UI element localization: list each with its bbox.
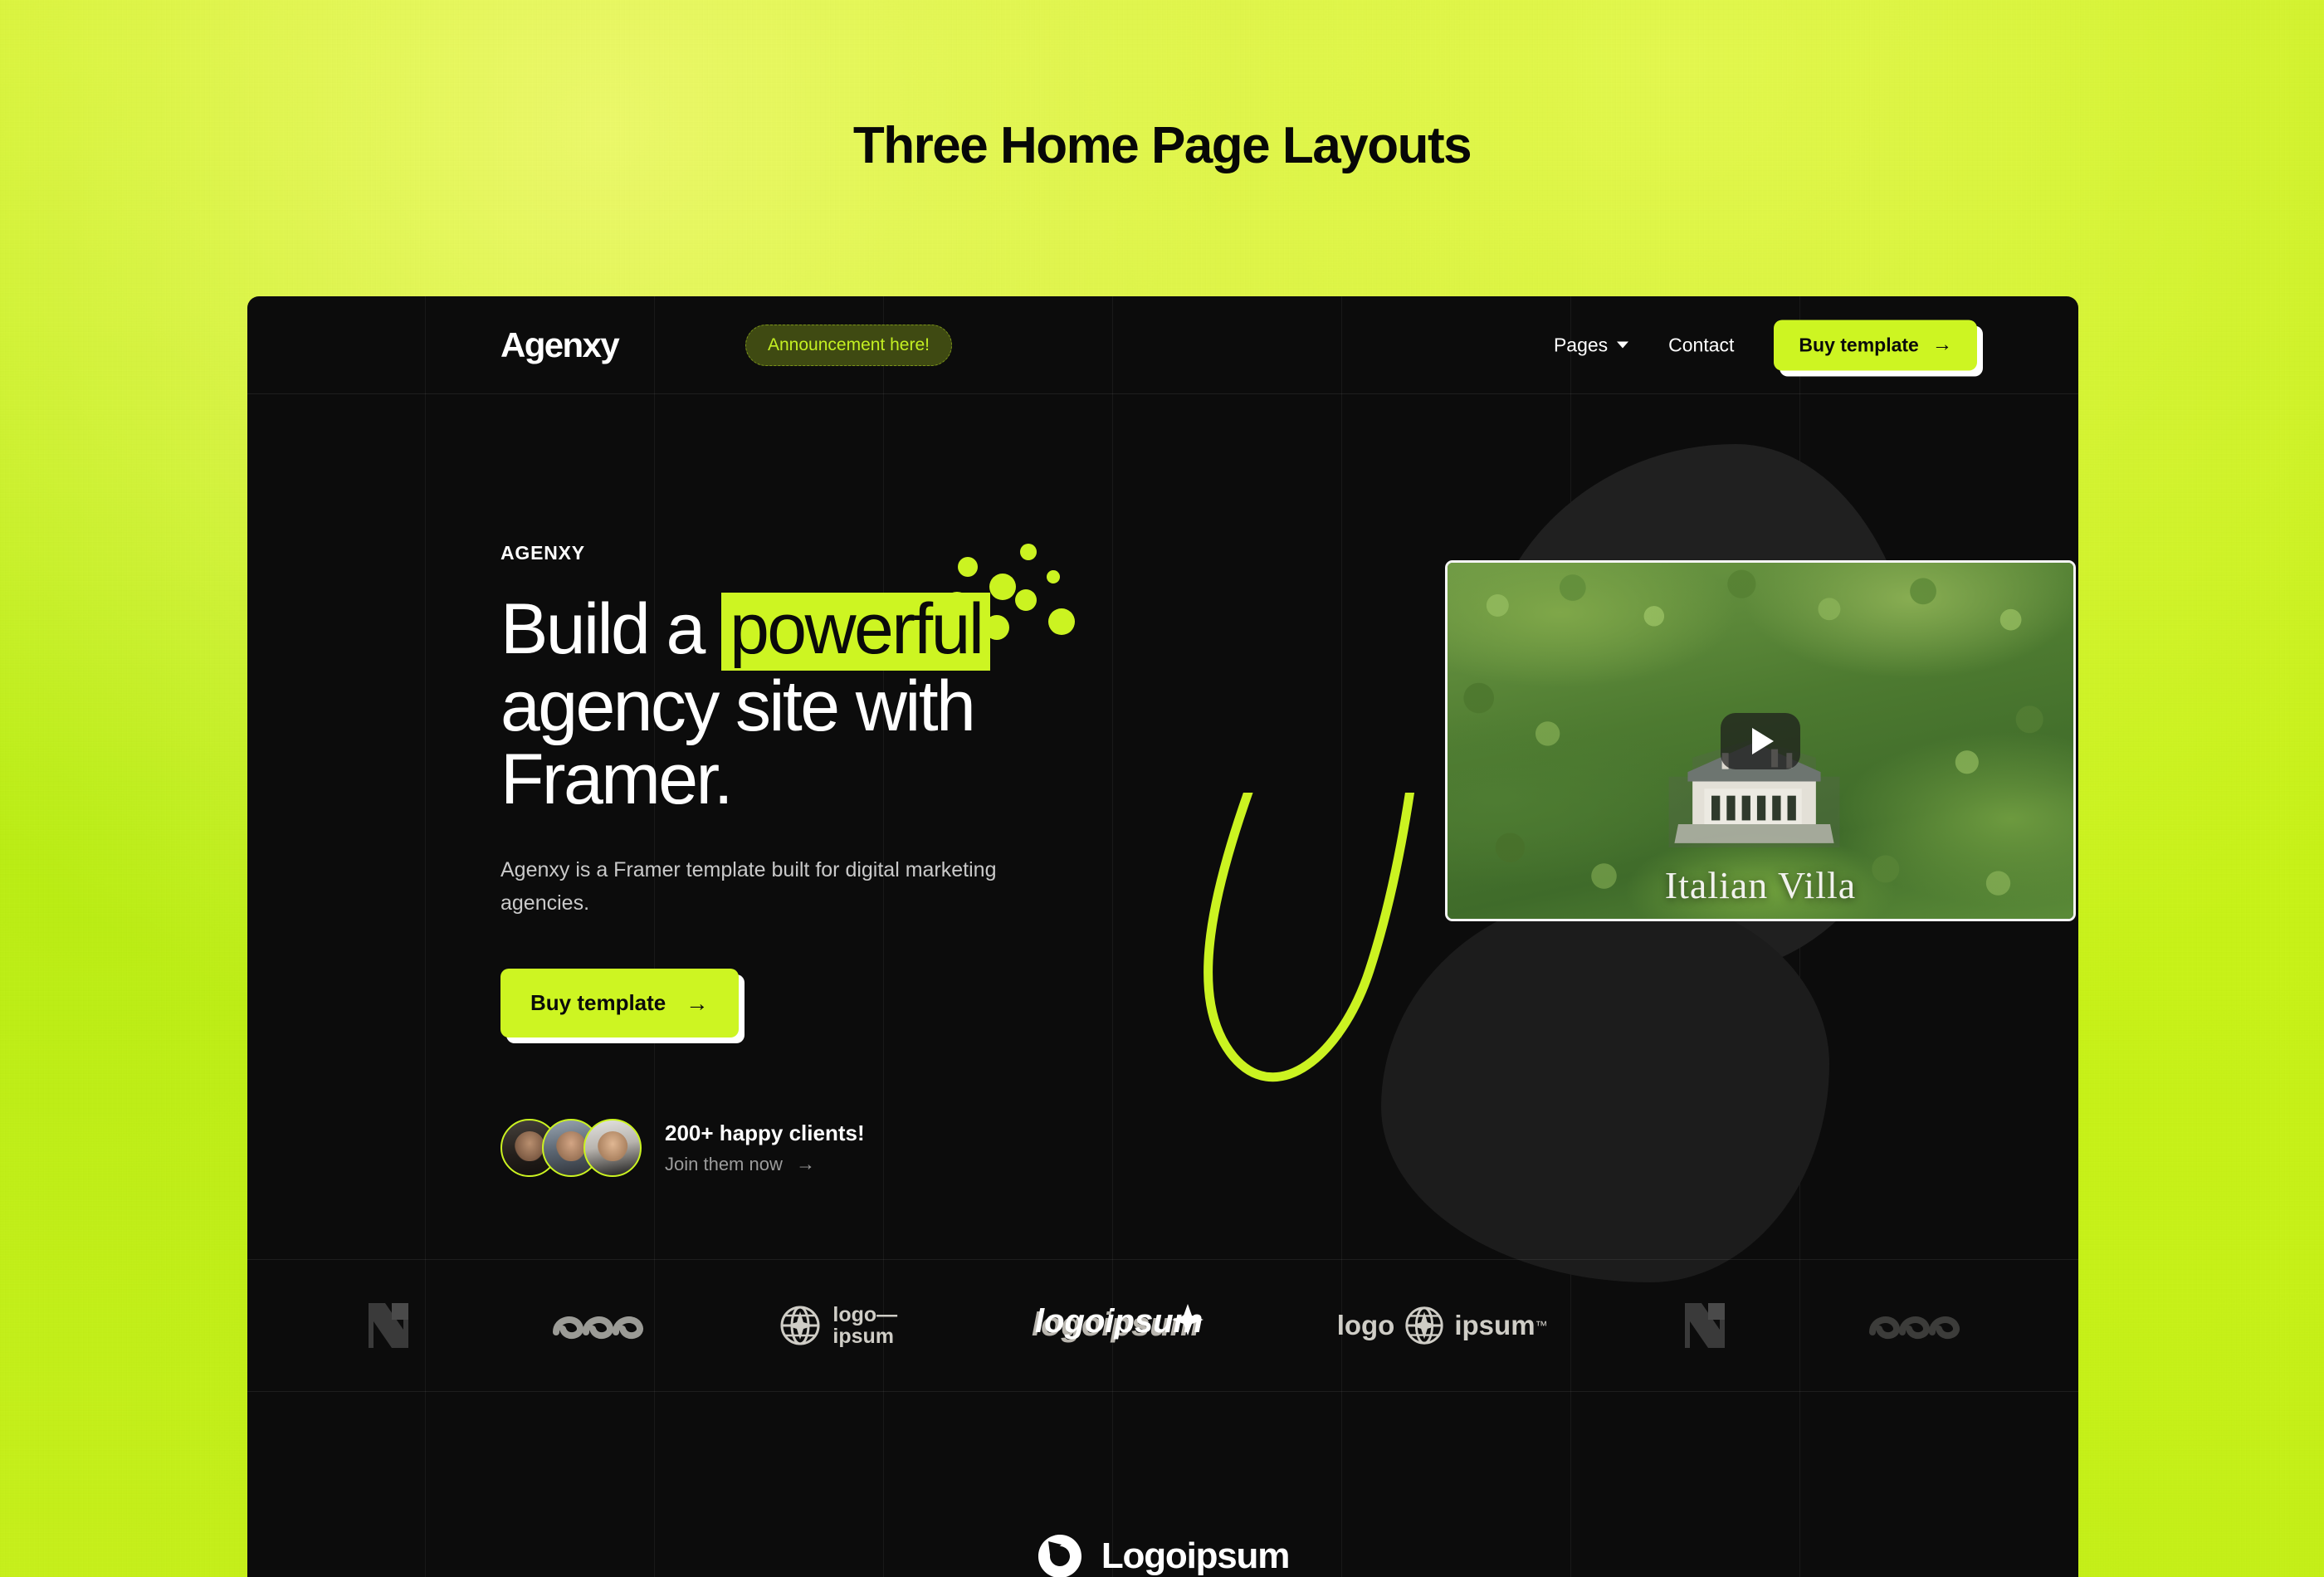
avatar: [583, 1118, 642, 1177]
brand-logo-globe-inline-label-right: ipsum: [1454, 1310, 1536, 1340]
navbar-buy-template-label: Buy template: [1799, 334, 1919, 355]
navbar-right: Pages Contact Buy template →: [1554, 320, 1977, 370]
arrow-right-icon: →: [1931, 333, 1952, 356]
hero-video-card[interactable]: Italian Villa: [1445, 560, 2076, 921]
social-proof-title: 200+ happy clients!: [665, 1120, 865, 1145]
brand-logo-n-mark-2: [1680, 1296, 1730, 1355]
hero-headline-before: Build a: [500, 589, 706, 669]
footer-logo-text: Logoipsum: [1101, 1536, 1290, 1576]
brand-logo-globe-stack-label: logo— ipsum: [832, 1303, 898, 1348]
announcement-badge[interactable]: Announcement here!: [745, 324, 952, 366]
arrow-right-icon: →: [686, 989, 709, 1016]
avatar-group: [500, 1118, 642, 1177]
hero-subtitle: Agenxy is a Framer template built for di…: [500, 857, 997, 915]
arrow-right-icon: →: [795, 1153, 815, 1175]
social-proof-link-label: Join them now: [665, 1153, 783, 1174]
brand-logo-chain-mark: [546, 1296, 646, 1355]
brand-logo-globe-stack: logo— ipsum: [778, 1296, 897, 1355]
social-proof: 200+ happy clients! Join them now →: [500, 1118, 1156, 1177]
navbar: Agenxy Announcement here! Pages Contact …: [247, 296, 2078, 394]
page-title: Three Home Page Layouts: [852, 117, 1472, 174]
decor-loop-curve: [1204, 793, 1415, 1082]
social-proof-link[interactable]: Join them now →: [665, 1154, 865, 1175]
hero-buy-template-label: Buy template: [530, 989, 666, 1015]
hero-headline-after: agency site with Framer.: [500, 666, 976, 819]
nav-item-contact-label: Contact: [1668, 334, 1735, 355]
hero-buy-template-button[interactable]: Buy template →: [500, 968, 739, 1038]
social-proof-text: 200+ happy clients! Join them now →: [665, 1120, 865, 1175]
hero-section: AGENXY Build a powerful agency site with…: [247, 394, 2078, 1282]
trademark-icon: ™: [1535, 1318, 1548, 1333]
footer-section: Logoipsum: [247, 1392, 2078, 1577]
nav-item-pages[interactable]: Pages: [1553, 334, 1629, 356]
play-icon: [1752, 727, 1774, 754]
chevron-down-icon: [1617, 341, 1629, 349]
brand-logo-n-mark: [364, 1296, 413, 1355]
client-logo-strip: logo— ipsum logoipsum logoipsum logo ipsu…: [247, 1259, 2078, 1392]
hero-content: AGENXY Build a powerful agency site with…: [500, 542, 1156, 1177]
site-logo[interactable]: Agenxy: [500, 325, 620, 365]
nav-item-pages-label: Pages: [1553, 334, 1609, 355]
brand-logo-wordmark: logoipsum logoipsum: [1030, 1296, 1204, 1355]
brand-logo-chain-mark-2: [1863, 1296, 1962, 1355]
play-button[interactable]: [1721, 712, 1800, 769]
template-preview-panel: Agenxy Announcement here! Pages Contact …: [247, 296, 2078, 1577]
hero-eyebrow: AGENXY: [500, 542, 585, 564]
video-caption: Italian Villa: [1664, 864, 1857, 906]
hero-headline-highlight: powerful: [721, 593, 991, 671]
logoipsum-circle-icon: [1038, 1535, 1081, 1577]
brand-logo-globe-inline: logo ipsum ™: [1337, 1296, 1548, 1355]
footer-logo: Logoipsum: [1037, 1533, 1290, 1577]
nav-item-contact[interactable]: Contact: [1668, 334, 1734, 356]
navbar-buy-template-button[interactable]: Buy template →: [1774, 320, 1977, 370]
brand-logo-globe-inline-label-left: logo: [1336, 1310, 1395, 1340]
hero-headline: Build a powerful agency site with Framer…: [500, 593, 1156, 817]
